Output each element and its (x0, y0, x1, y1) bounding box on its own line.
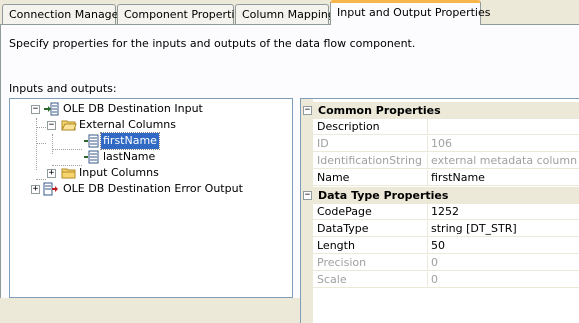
property-value[interactable] (428, 119, 579, 135)
tree-node-label: External Columns (79, 118, 176, 131)
property-row-name[interactable]: Name firstName (313, 170, 579, 187)
folder-open-icon (61, 120, 77, 131)
inputs-outputs-label: Inputs and outputs: (9, 82, 117, 95)
property-row-scale[interactable]: Scale 0 (313, 272, 579, 289)
property-row-id[interactable]: ID 106 (313, 136, 579, 153)
tab-connection-managers[interactable]: Connection Managers (2, 4, 129, 24)
input-icon (44, 102, 59, 116)
collapse-icon[interactable]: − (303, 106, 312, 115)
property-value[interactable]: 1252 (428, 204, 579, 220)
folder-icon (61, 168, 76, 179)
property-grid[interactable]: − Common Properties Description ID 106 I… (300, 98, 579, 323)
property-row-precision[interactable]: Precision 0 (313, 255, 579, 272)
category-common-properties[interactable]: − Common Properties (301, 102, 579, 119)
tree-node-input-columns[interactable]: + Input Columns (10, 165, 292, 181)
tree-node-label: OLE DB Destination Error Output (63, 182, 243, 195)
property-value: external metadata column "firs (428, 153, 579, 169)
property-row-identification-string[interactable]: IdentificationString external metadata c… (313, 153, 579, 170)
tree-node-error-output[interactable]: + OLE DB Destination Error Output (10, 181, 292, 197)
collapse-icon[interactable]: − (31, 105, 40, 114)
property-name: IdentificationString (313, 153, 428, 169)
property-name: DataType (313, 221, 428, 237)
tree-node-external-columns[interactable]: − External Columns (10, 117, 292, 133)
expand-icon[interactable]: + (47, 169, 56, 178)
property-row-length[interactable]: Length 50 (313, 238, 579, 255)
category-data-type-properties[interactable]: − Data Type Properties (301, 187, 579, 204)
tree-node-label: lastName (103, 150, 156, 163)
property-value[interactable]: string [DT_STR] (428, 221, 579, 237)
property-value[interactable]: firstName (428, 170, 579, 186)
tab-content: Specify properties for the inputs and ou… (0, 25, 579, 323)
property-value: 0 (428, 255, 579, 271)
inputs-outputs-tree[interactable]: − OLE DB Destination Input − External Co… (9, 98, 293, 298)
property-name: CodePage (313, 204, 428, 220)
category-label: Data Type Properties (318, 189, 449, 202)
tree-node-label: OLE DB Destination Input (63, 102, 203, 115)
tab-strip: Connection Managers Component Properties… (0, 0, 579, 26)
property-name: Scale (313, 272, 428, 288)
tree-node-lastname[interactable]: lastName (10, 149, 292, 165)
tab-component-properties[interactable]: Component Properties (117, 4, 247, 24)
tree-node-label: firstName (100, 132, 160, 150)
property-name: Length (313, 238, 428, 254)
property-name: Name (313, 170, 428, 186)
property-value[interactable]: 50 (428, 238, 579, 254)
collapse-icon[interactable]: − (47, 121, 56, 130)
property-row-description[interactable]: Description (313, 119, 579, 136)
property-name: ID (313, 136, 428, 152)
error-output-icon (43, 182, 58, 196)
property-name: Description (313, 119, 428, 135)
category-label: Common Properties (318, 104, 441, 117)
property-row-codepage[interactable]: CodePage 1252 (313, 204, 579, 221)
column-icon (84, 134, 99, 148)
collapse-icon[interactable]: − (303, 191, 312, 200)
tree-node-firstname[interactable]: firstName (10, 132, 292, 150)
property-name: Precision (313, 255, 428, 271)
tree-node-label: Input Columns (79, 166, 159, 179)
tab-input-output-properties[interactable]: Input and Output Properties (330, 0, 490, 25)
description-text: Specify properties for the inputs and ou… (9, 37, 416, 50)
tab-column-mappings[interactable]: Column Mappings (235, 4, 341, 24)
property-row-datatype[interactable]: DataType string [DT_STR] (313, 221, 579, 238)
expand-icon[interactable]: + (31, 185, 40, 194)
column-icon (84, 150, 99, 164)
property-value: 0 (428, 272, 579, 288)
tree-node-destination-input[interactable]: − OLE DB Destination Input (10, 101, 292, 117)
property-value: 106 (428, 136, 579, 152)
